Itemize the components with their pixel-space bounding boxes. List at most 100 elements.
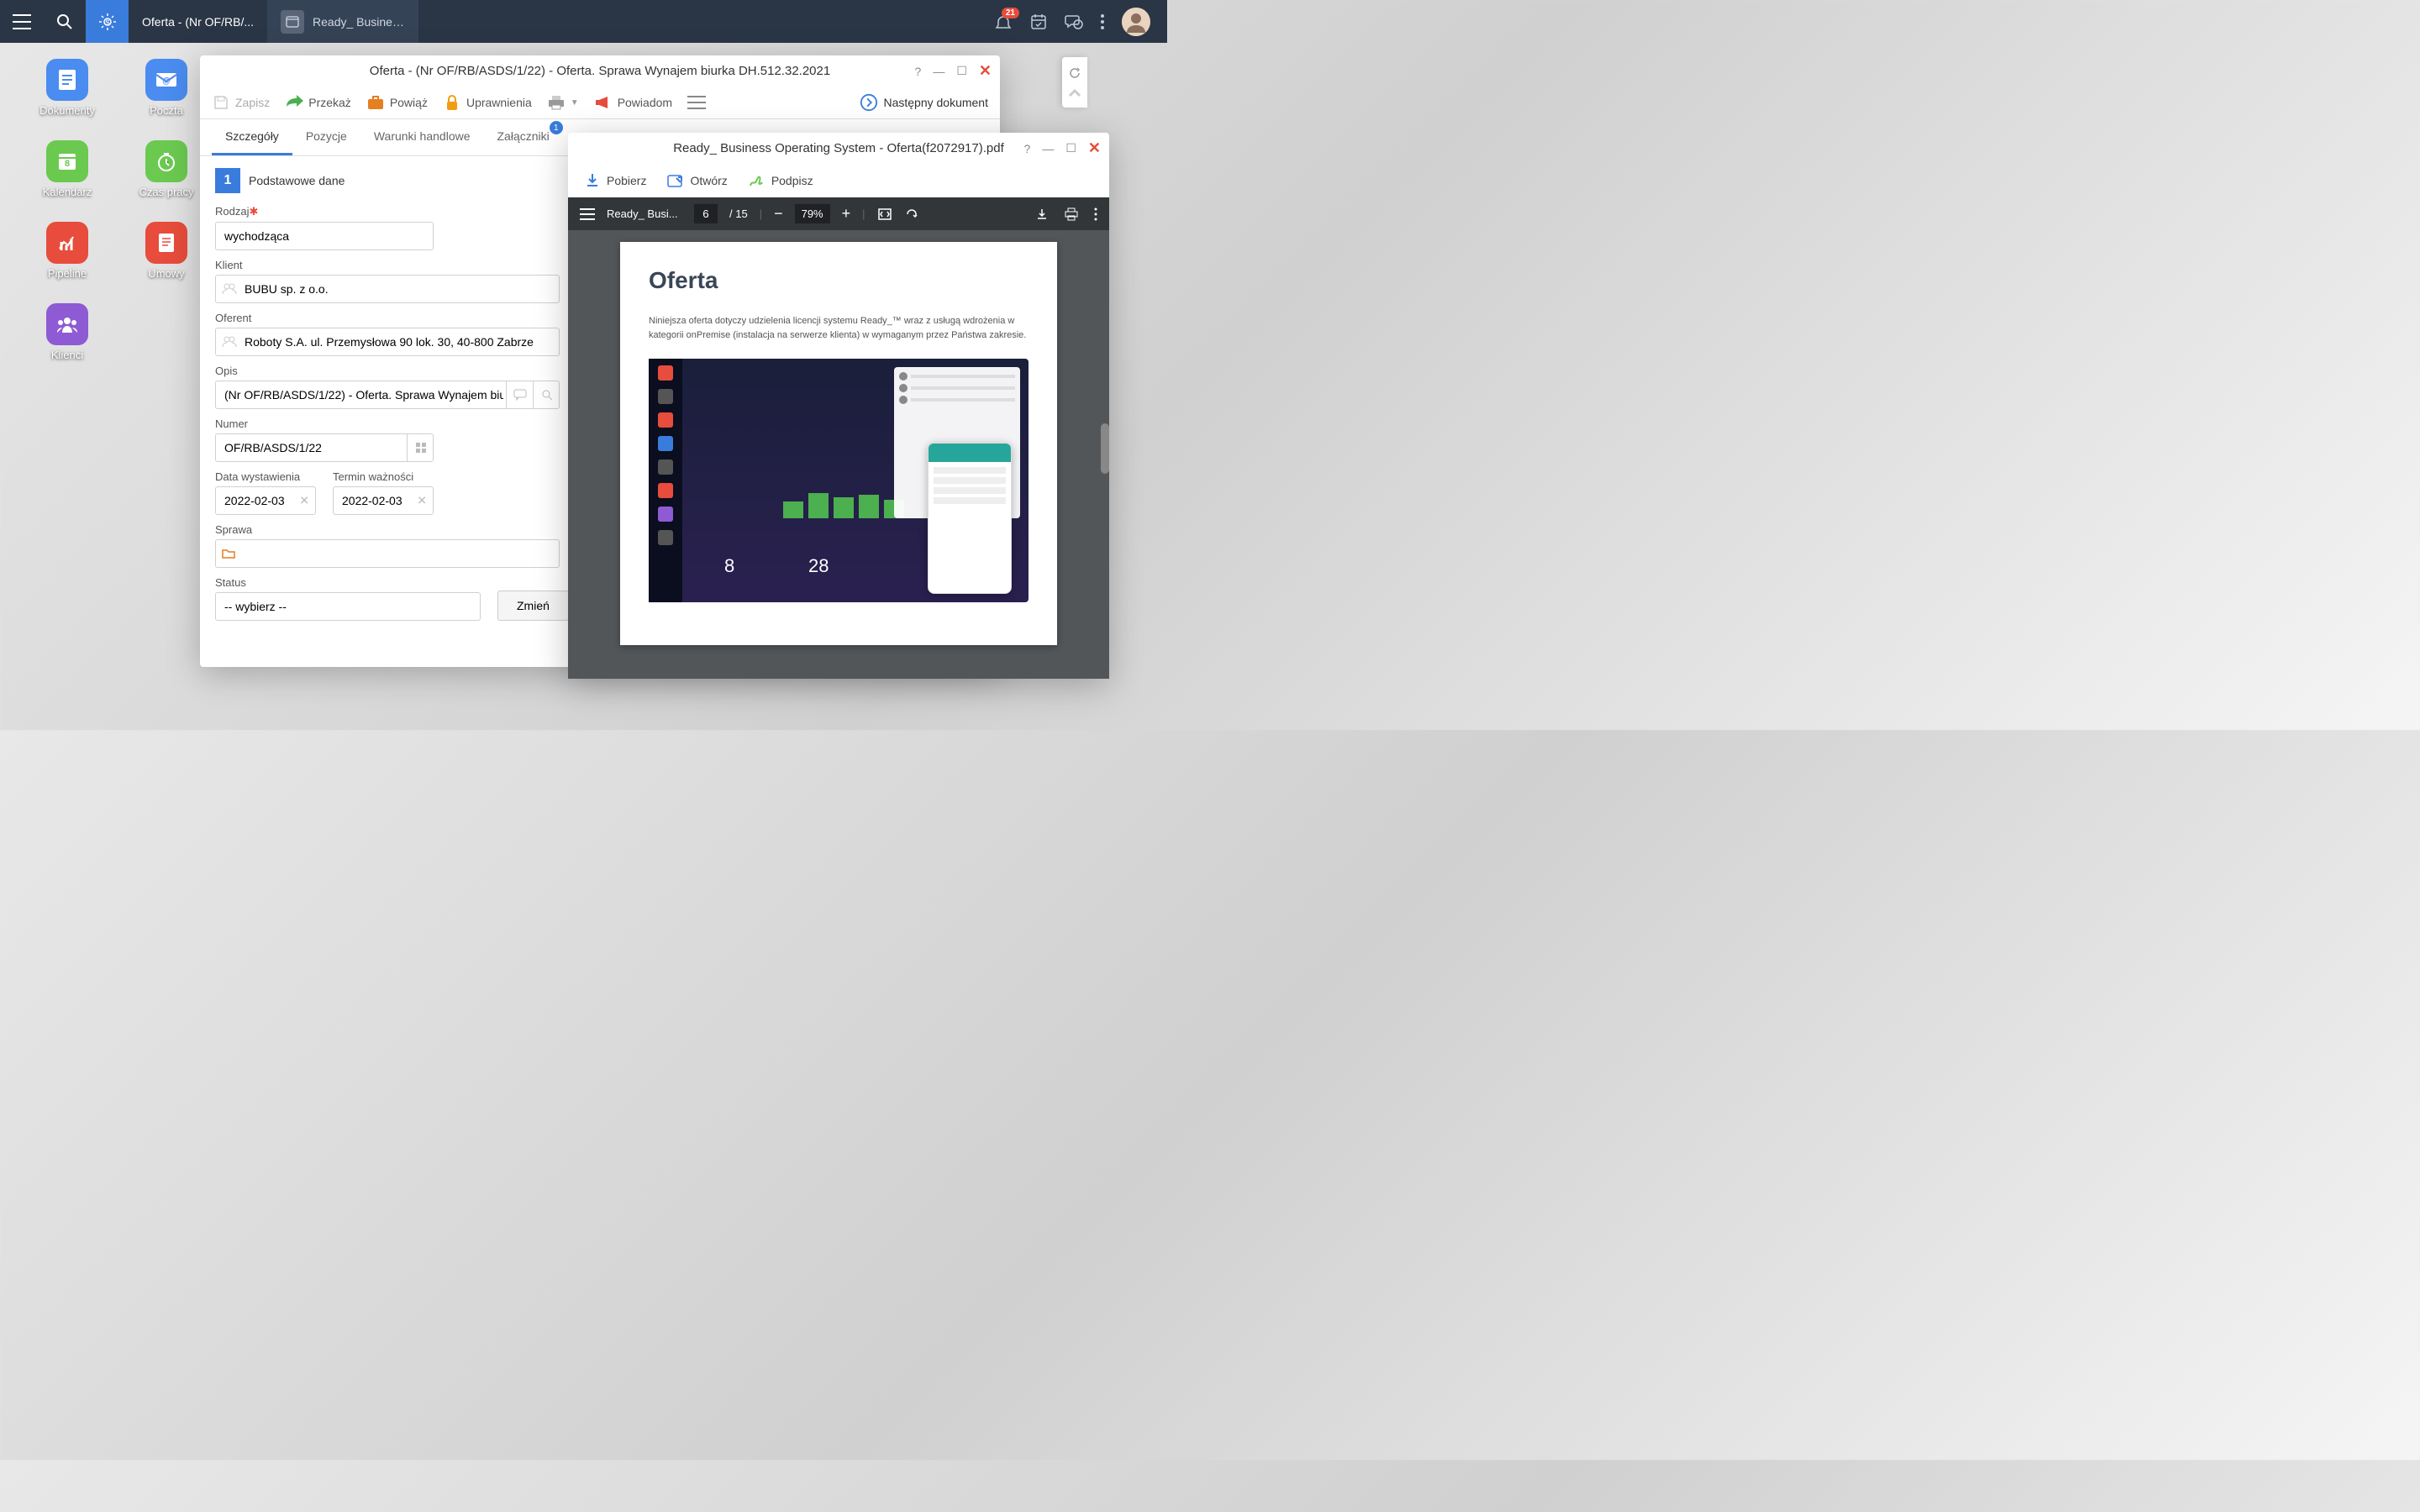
- tab-zalaczniki[interactable]: Załączniki 1: [484, 119, 563, 155]
- page-input[interactable]: [694, 204, 718, 223]
- briefcase-icon: [366, 93, 385, 112]
- download-button[interactable]: Pobierz: [585, 172, 646, 189]
- comment-icon[interactable]: [506, 381, 533, 409]
- tab-warunki[interactable]: Warunki handlowe: [360, 119, 484, 155]
- help-icon[interactable]: ?: [1024, 142, 1031, 155]
- tab-offer[interactable]: Oferta - (Nr OF/RB/...: [129, 0, 267, 43]
- print-button[interactable]: ▼: [547, 93, 579, 112]
- page-total: / 15: [729, 207, 748, 220]
- pdf-menu-icon[interactable]: [580, 208, 595, 220]
- help-icon[interactable]: ?: [915, 65, 922, 78]
- grid-icon[interactable]: [407, 433, 434, 462]
- desk-label: Umowy: [148, 267, 184, 280]
- clear-icon[interactable]: ✕: [417, 494, 427, 508]
- link-button[interactable]: Powiąż: [366, 93, 428, 112]
- permissions-button[interactable]: Uprawnienia: [443, 93, 532, 112]
- rodzaj-input[interactable]: [215, 222, 434, 250]
- sign-button[interactable]: Podpisz: [748, 172, 813, 189]
- desktop-mail[interactable]: @ Poczta: [124, 59, 208, 117]
- search-icon[interactable]: [43, 0, 86, 43]
- zoom-in-icon[interactable]: +: [842, 205, 851, 223]
- app-icon[interactable]: $: [86, 0, 129, 43]
- tab-szczegoly[interactable]: Szczegóły: [212, 119, 292, 155]
- numer-input[interactable]: [215, 433, 434, 462]
- desktop-pipeline[interactable]: Pipeline: [25, 222, 109, 280]
- tab-label: Pozycje: [306, 129, 347, 143]
- save-button[interactable]: Zapisz: [212, 93, 270, 112]
- notifications-icon[interactable]: 21: [994, 13, 1013, 31]
- scrollbar[interactable]: [1101, 423, 1109, 474]
- desktop-time[interactable]: Czas pracy: [124, 140, 208, 198]
- open-button[interactable]: Otwórz: [666, 173, 727, 188]
- printer-icon: [547, 93, 566, 112]
- btn-label: Pobierz: [607, 174, 646, 187]
- chat-icon[interactable]: [1065, 13, 1083, 31]
- zoom-out-icon[interactable]: −: [774, 205, 783, 223]
- window-icon: [281, 10, 304, 34]
- sprawa-input[interactable]: [215, 539, 560, 568]
- btn-label: Uprawnienia: [466, 96, 532, 109]
- svg-text:8: 8: [65, 159, 70, 169]
- arrow-right-icon: [860, 93, 878, 112]
- rodzaj-label: Rodzaj✱: [215, 205, 434, 218]
- save-icon: [212, 93, 230, 112]
- minimize-icon[interactable]: —: [1042, 142, 1054, 155]
- pdf-heading: Oferta: [649, 267, 1028, 294]
- change-button[interactable]: Zmień: [497, 591, 569, 621]
- klient-input[interactable]: [215, 275, 560, 303]
- search-addon-icon[interactable]: [533, 381, 560, 409]
- section-title: Podstawowe dane: [249, 174, 345, 187]
- desktop-clients[interactable]: Klienci: [25, 303, 109, 361]
- close-icon[interactable]: ✕: [979, 62, 992, 80]
- oferent-input[interactable]: [215, 328, 560, 356]
- calendar-check-icon[interactable]: [1029, 13, 1048, 31]
- pdf-window-title: Ready_ Business Operating System - Ofert…: [568, 133, 1109, 164]
- notify-button[interactable]: Powiadom: [594, 93, 672, 112]
- section-number: 1: [215, 168, 240, 193]
- status-select[interactable]: [215, 592, 481, 621]
- oferent-label: Oferent: [215, 312, 560, 324]
- minimize-icon[interactable]: —: [933, 65, 944, 78]
- rotate-icon[interactable]: [904, 207, 919, 222]
- clear-icon[interactable]: ✕: [299, 494, 309, 508]
- more-icon[interactable]: [1100, 13, 1105, 31]
- forward-button[interactable]: Przekaż: [285, 93, 351, 112]
- sprawa-label: Sprawa: [215, 523, 560, 536]
- maximize-icon[interactable]: ☐: [1065, 141, 1076, 155]
- attachment-badge: 1: [550, 121, 563, 134]
- pdf-paragraph: Niniejsza oferta dotyczy udzielenia lice…: [649, 314, 1028, 342]
- print-icon[interactable]: [1064, 207, 1079, 221]
- refresh-icon: [1069, 67, 1081, 79]
- title-text: Ready_ Business Operating System - Ofert…: [673, 141, 1004, 155]
- lock-icon: [443, 93, 461, 112]
- btn-label: Zapisz: [235, 96, 270, 109]
- tab-pdf[interactable]: Ready_ Business O...: [267, 0, 418, 43]
- phone-mockup: [928, 443, 1012, 594]
- svg-text:@: @: [162, 76, 171, 86]
- download-icon[interactable]: [1035, 207, 1049, 221]
- people-icon: [222, 283, 237, 295]
- next-document-button[interactable]: Następny dokument: [860, 93, 988, 112]
- more-icon[interactable]: [1094, 207, 1097, 221]
- desktop-documents[interactable]: Dokumenty: [25, 59, 109, 117]
- menu-icon[interactable]: [0, 0, 43, 43]
- desk-label: Dokumenty: [39, 104, 95, 117]
- klient-label: Klient: [215, 259, 560, 271]
- right-panel-toggle[interactable]: [1062, 57, 1087, 108]
- desktop-calendar[interactable]: 8 Kalendarz: [25, 140, 109, 198]
- hamburger-icon[interactable]: [687, 96, 706, 109]
- close-icon[interactable]: ✕: [1088, 139, 1101, 157]
- pdf-screenshot-image: 8 28: [649, 359, 1028, 602]
- tab-label: Ready_ Business O...: [313, 15, 405, 29]
- avatar[interactable]: [1122, 8, 1150, 36]
- megaphone-icon: [594, 93, 613, 112]
- tab-label: Załączniki: [497, 129, 550, 143]
- tab-label: Oferta - (Nr OF/RB/...: [142, 15, 254, 29]
- desk-label: Poczta: [150, 104, 183, 117]
- tab-pozycje[interactable]: Pozycje: [292, 119, 360, 155]
- fit-icon[interactable]: [877, 207, 892, 221]
- desktop-contracts[interactable]: Umowy: [124, 222, 208, 280]
- pdf-page: Oferta Niniejsza oferta dotyczy udzielen…: [620, 242, 1057, 645]
- maximize-icon[interactable]: ☐: [956, 64, 967, 78]
- btn-label: Powiadom: [618, 96, 672, 109]
